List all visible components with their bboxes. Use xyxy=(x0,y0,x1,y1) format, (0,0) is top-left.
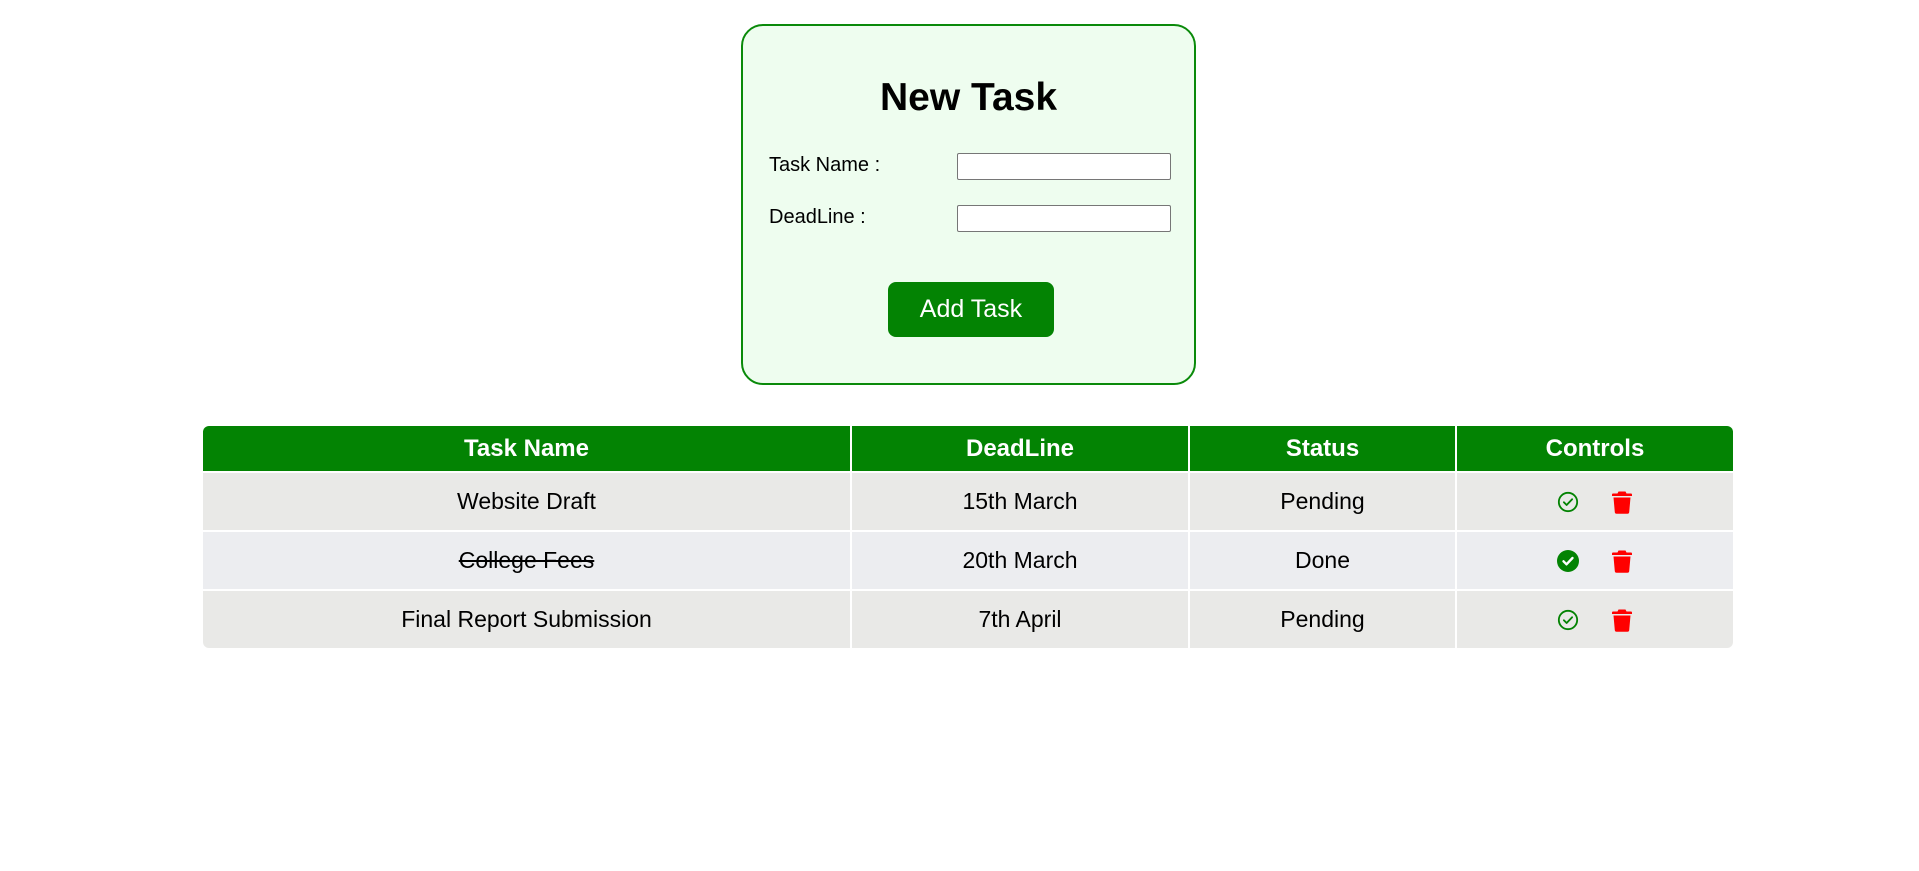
task-name-input[interactable] xyxy=(957,153,1171,180)
task-name-label: Task Name : xyxy=(769,154,881,176)
deadline-cell: 15th March xyxy=(851,471,1190,531)
row-controls xyxy=(1457,547,1733,575)
form-title: New Task xyxy=(879,76,1058,119)
add-task-button[interactable]: Add Task xyxy=(888,282,1054,337)
deadline-input[interactable] xyxy=(957,205,1171,232)
row-controls xyxy=(1457,488,1733,516)
task-name-text: Final Report Submission xyxy=(401,606,652,632)
status-cell: Done xyxy=(1189,530,1457,590)
table-row: Final Report Submission 7th April Pending xyxy=(203,589,1733,648)
header-task-name: Task Name xyxy=(203,426,852,472)
check-circle-outline-icon[interactable] xyxy=(1554,606,1582,634)
trash-icon[interactable] xyxy=(1608,488,1636,516)
header-controls: Controls xyxy=(1456,426,1733,472)
header-deadline: DeadLine xyxy=(851,426,1190,472)
controls-cell xyxy=(1456,589,1733,648)
check-circle-filled-icon[interactable] xyxy=(1554,547,1582,575)
trash-icon[interactable] xyxy=(1608,547,1636,575)
task-name-text: Website Draft xyxy=(457,488,596,514)
deadline-cell: 20th March xyxy=(851,530,1190,590)
controls-cell xyxy=(1456,471,1733,531)
row-controls xyxy=(1457,606,1733,634)
header-status: Status xyxy=(1189,426,1457,472)
status-cell: Pending xyxy=(1189,589,1457,648)
table-row: College Fees 20th March Done xyxy=(203,530,1733,590)
task-table: Task Name DeadLine Status Controls Websi… xyxy=(203,426,1733,648)
deadline-cell: 7th April xyxy=(851,589,1190,648)
table-header-row: Task Name DeadLine Status Controls xyxy=(203,426,1733,472)
task-name-cell: Final Report Submission xyxy=(203,589,852,648)
new-task-form: New Task Task Name : DeadLine : Add Task xyxy=(741,24,1196,385)
trash-icon[interactable] xyxy=(1608,606,1636,634)
deadline-label: DeadLine : xyxy=(769,206,866,228)
task-name-cell: College Fees xyxy=(203,530,852,590)
table-row: Website Draft 15th March Pending xyxy=(203,471,1733,531)
controls-cell xyxy=(1456,530,1733,590)
task-name-text: College Fees xyxy=(458,547,595,573)
task-name-cell: Website Draft xyxy=(203,471,852,531)
status-cell: Pending xyxy=(1189,471,1457,531)
check-circle-outline-icon[interactable] xyxy=(1554,488,1582,516)
